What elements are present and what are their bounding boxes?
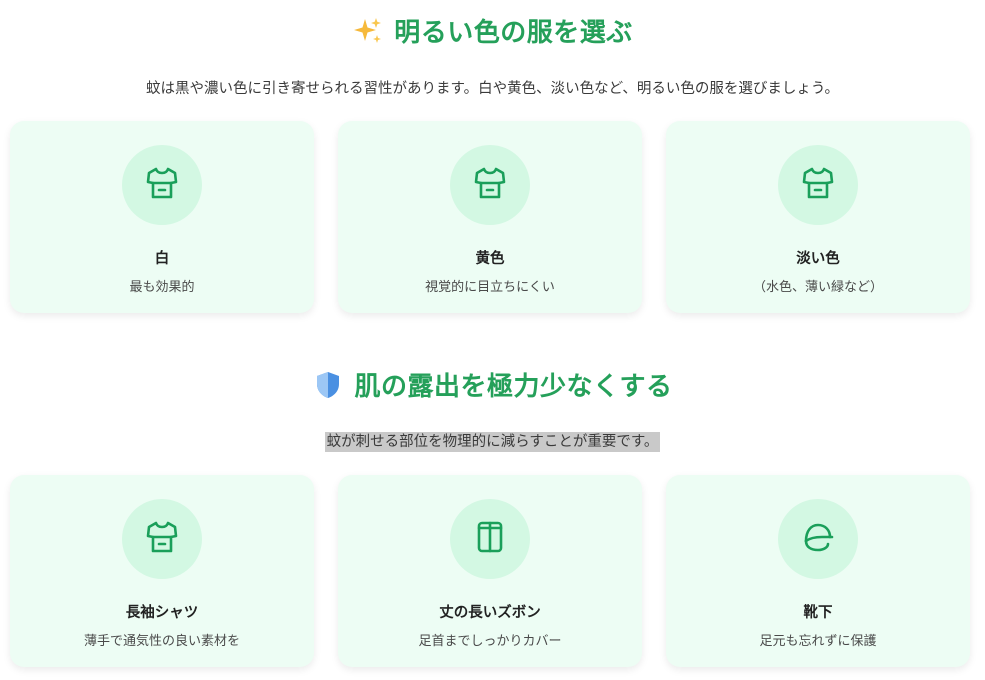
section-description: 蚊が刺せる部位を物理的に減らすことが重要です。: [0, 430, 985, 452]
pants-icon: [470, 517, 510, 561]
shirt-icon: [142, 517, 182, 561]
card-title: 黄色: [475, 251, 505, 267]
icon-circle: [778, 145, 858, 225]
shirt-icon: [798, 163, 838, 207]
card-title: 丈の長いズボン: [439, 605, 541, 621]
section-title-text: 明るい色の服を選ぶ: [394, 18, 633, 48]
section-title-skin-exposure: 肌の露出を極力少なくする: [0, 366, 985, 403]
icon-circle: [122, 499, 202, 579]
card-subtitle: 視覚的に目立ちにくい: [425, 280, 555, 295]
card-grid-colors: 白 最も効果的 黄色 視覚的に目立ちにくい 淡い色 （水色、薄い緑など）: [10, 121, 970, 313]
shirt-icon: [142, 163, 182, 207]
highlighted-text[interactable]: 蚊が刺せる部位を物理的に減らすことが重要です。: [324, 432, 661, 452]
card-long-pants: 丈の長いズボン 足首までしっかりカバー: [338, 475, 642, 667]
card-subtitle: 最も効果的: [129, 280, 195, 295]
card-subtitle: 足首までしっかりカバー: [418, 634, 562, 649]
icon-circle: [122, 145, 202, 225]
card-yellow: 黄色 視覚的に目立ちにくい: [338, 121, 642, 313]
sparkles-icon: [352, 15, 384, 47]
card-title: 長袖シャツ: [125, 605, 199, 621]
card-subtitle: （水色、薄い緑など）: [752, 280, 883, 295]
card-pale-color: 淡い色 （水色、薄い緑など）: [666, 121, 970, 313]
section-description: 蚊は黒や濃い色に引き寄せられる習性があります。白や黄色、淡い色など、明るい色の服…: [146, 81, 839, 97]
card-subtitle: 薄手で通気性の良い素材を: [83, 634, 240, 649]
card-long-sleeve-shirt: 長袖シャツ 薄手で通気性の良い素材を: [10, 475, 314, 667]
card-title: 白: [154, 251, 170, 267]
card-white: 白 最も効果的: [10, 121, 314, 313]
section-title-bright-clothes: 明るい色の服を選ぶ: [0, 12, 985, 49]
shirt-icon: [470, 163, 510, 207]
icon-circle: [778, 499, 858, 579]
icon-circle: [450, 145, 530, 225]
section-title-text: 肌の露出を極力少なくする: [354, 372, 673, 402]
shield-icon: [312, 369, 344, 401]
card-subtitle: 足元も忘れずに保護: [759, 634, 877, 649]
card-socks: 靴下 足元も忘れずに保護: [666, 475, 970, 667]
cap-icon: [798, 517, 838, 561]
card-title: 靴下: [803, 605, 833, 621]
card-grid-coverage: 長袖シャツ 薄手で通気性の良い素材を 丈の長いズボン 足首までしっかりカバー 靴…: [10, 475, 970, 667]
card-title: 淡い色: [796, 251, 840, 267]
icon-circle: [450, 499, 530, 579]
